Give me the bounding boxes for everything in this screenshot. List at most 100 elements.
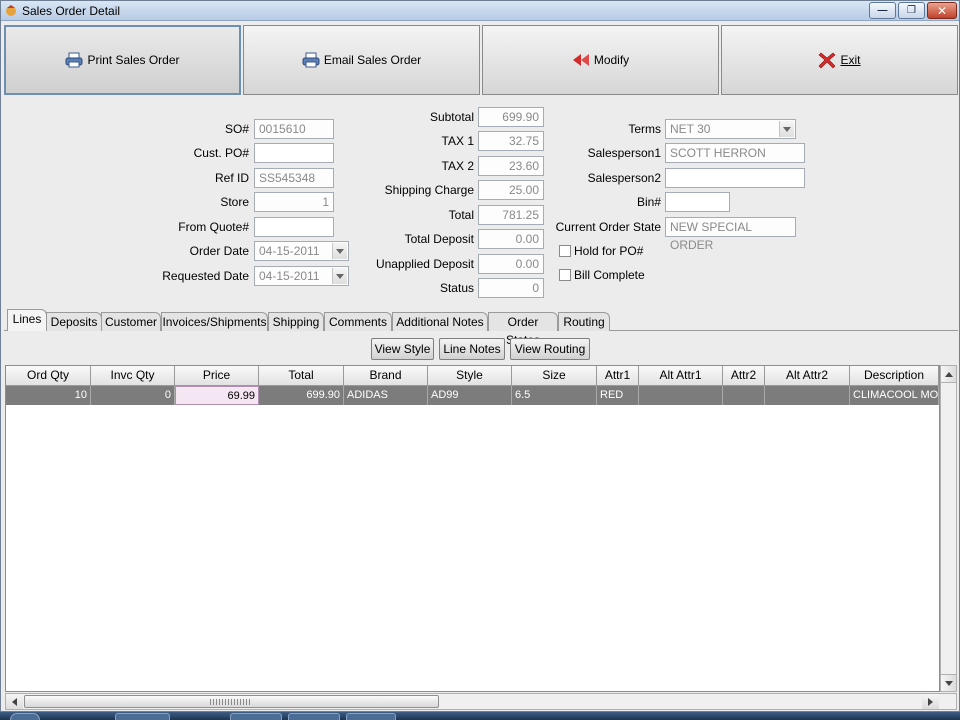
tab-routing[interactable]: Routing — [558, 312, 610, 331]
shipping-charge-field[interactable]: 25.00 — [478, 180, 544, 200]
cell-alt-attr1[interactable] — [639, 386, 723, 405]
salesperson2-field[interactable] — [665, 168, 805, 188]
bin-field[interactable] — [665, 192, 730, 212]
cell-style[interactable]: AD99 — [428, 386, 512, 405]
view-routing-button[interactable]: View Routing — [510, 338, 590, 360]
so-number-field[interactable]: 0015610 — [254, 119, 334, 139]
column-header-invc-qty[interactable]: Invc Qty — [91, 366, 175, 386]
modify-label: Modify — [593, 53, 630, 67]
line-notes-button[interactable]: Line Notes — [439, 338, 505, 360]
bill-complete-checkbox[interactable] — [559, 269, 571, 281]
tab-comments[interactable]: Comments — [324, 312, 392, 331]
print-sales-order-label: Print Sales Order — [87, 53, 180, 67]
terms-dropdown[interactable] — [779, 121, 794, 137]
cell-ord-qty[interactable]: 10 — [6, 386, 91, 405]
cell-total[interactable]: 699.90 — [259, 386, 344, 405]
cell-alt-attr2[interactable] — [765, 386, 850, 405]
cell-description[interactable]: CLIMACOOL MOSS — [850, 386, 939, 405]
chevron-down-icon — [336, 248, 344, 254]
column-header-style[interactable]: Style — [428, 366, 512, 386]
store-field[interactable]: 1 — [254, 192, 334, 212]
taskbar-item[interactable] — [230, 713, 282, 720]
column-header-alt-attr2[interactable]: Alt Attr2 — [765, 366, 850, 386]
tab-lines[interactable]: Lines — [7, 309, 47, 331]
terms-select[interactable]: NET 30 — [665, 119, 796, 139]
tax2-field[interactable]: 23.60 — [478, 156, 544, 176]
hold-for-po-checkbox[interactable] — [559, 245, 571, 257]
tax1-field[interactable]: 32.75 — [478, 131, 544, 151]
exit-button[interactable]: Exit — [721, 25, 958, 95]
taskbar-item[interactable] — [288, 713, 340, 720]
view-style-button[interactable]: View Style — [371, 338, 434, 360]
tab-order-states[interactable]: Order States — [488, 312, 558, 347]
total-deposit-label: Total Deposit — [404, 232, 474, 246]
scroll-up-button[interactable] — [941, 366, 956, 383]
cell-attr1[interactable]: RED — [597, 386, 639, 405]
tab-deposits[interactable]: Deposits — [46, 312, 102, 331]
order-date-dropdown[interactable] — [332, 243, 347, 259]
scroll-left-button[interactable] — [6, 694, 23, 709]
status-label: Status — [439, 281, 474, 295]
start-button[interactable] — [10, 713, 40, 720]
column-header-description[interactable]: Description — [850, 366, 939, 386]
requested-date-dropdown[interactable] — [332, 268, 347, 284]
cell-price[interactable]: 69.99 — [175, 386, 259, 405]
title-bar[interactable]: Sales Order Detail — ❐ ✕ — [1, 1, 959, 21]
scroll-down-button[interactable] — [941, 674, 956, 691]
column-header-alt-attr1[interactable]: Alt Attr1 — [639, 366, 723, 386]
column-header-attr1[interactable]: Attr1 — [597, 366, 639, 386]
exit-label: Exit — [840, 53, 861, 67]
unapplied-deposit-field[interactable]: 0.00 — [478, 254, 544, 274]
column-header-ord-qty[interactable]: Ord Qty — [6, 366, 91, 386]
cell-size[interactable]: 6.5 — [512, 386, 597, 405]
tab-additional-notes[interactable]: Additional Notes — [392, 312, 488, 331]
horizontal-scroll-thumb[interactable] — [24, 695, 439, 708]
taskbar-item[interactable] — [346, 713, 396, 720]
subtotal-field[interactable]: 699.90 — [478, 107, 544, 127]
email-sales-order-button[interactable]: Email Sales Order — [243, 25, 480, 95]
grid-horizontal-scrollbar[interactable] — [5, 693, 957, 710]
modify-button[interactable]: Modify — [482, 25, 719, 95]
salesperson2-label: Salesperson2 — [587, 171, 661, 185]
bin-label: Bin# — [636, 195, 661, 209]
grid-vertical-scrollbar[interactable] — [940, 365, 957, 692]
status-field[interactable]: 0 — [478, 278, 544, 298]
terms-label: Terms — [628, 122, 661, 136]
close-window-button[interactable]: ✕ — [927, 2, 957, 19]
grip-icon — [210, 699, 250, 705]
column-header-brand[interactable]: Brand — [344, 366, 428, 386]
scroll-right-button[interactable] — [922, 694, 939, 709]
print-sales-order-button[interactable]: Print Sales Order — [4, 25, 241, 95]
ref-id-field[interactable]: SS545348 — [254, 168, 334, 188]
tab-invoices-shipments[interactable]: Invoices/Shipments — [161, 312, 268, 331]
from-quote-field[interactable] — [254, 217, 334, 237]
minimize-icon: — — [877, 4, 888, 16]
restore-icon: ❐ — [907, 4, 916, 16]
maximize-button[interactable]: ❐ — [898, 2, 925, 19]
printer-icon — [65, 52, 83, 68]
app-icon — [6, 5, 16, 16]
tab-customer[interactable]: Customer — [101, 312, 161, 331]
column-header-price[interactable]: Price — [175, 366, 259, 386]
order-date-field[interactable]: 04-15-2011 — [254, 241, 349, 261]
cell-brand[interactable]: ADIDAS — [344, 386, 428, 405]
column-header-total[interactable]: Total — [259, 366, 344, 386]
from-quote-label: From Quote# — [178, 220, 249, 234]
email-sales-order-label: Email Sales Order — [323, 53, 422, 67]
tab-shipping[interactable]: Shipping — [268, 312, 324, 331]
requested-date-field[interactable]: 04-15-2011 — [254, 266, 349, 286]
minimize-button[interactable]: — — [869, 2, 896, 19]
current-order-state-field[interactable]: NEW SPECIAL ORDER — [665, 217, 796, 252]
column-header-attr2[interactable]: Attr2 — [723, 366, 765, 386]
column-header-size[interactable]: Size — [512, 366, 597, 386]
arrow-up-icon — [944, 371, 953, 377]
salesperson1-field[interactable]: SCOTT HERRON — [665, 143, 805, 163]
sales-order-window: Sales Order Detail — ❐ ✕ Print Sales Ord… — [0, 0, 960, 712]
cust-po-field[interactable] — [254, 143, 334, 163]
subtotal-label: Subtotal — [429, 110, 474, 124]
cell-invc-qty[interactable]: 0 — [91, 386, 175, 405]
cell-attr2[interactable] — [723, 386, 765, 405]
order-date-label: Order Date — [189, 244, 249, 258]
taskbar — [0, 712, 960, 720]
taskbar-item[interactable] — [115, 713, 170, 720]
